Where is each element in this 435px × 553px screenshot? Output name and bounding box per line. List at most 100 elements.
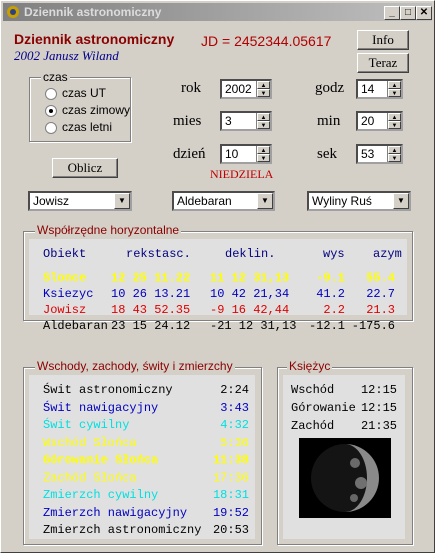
moon-row-name: Wschód [291, 383, 335, 397]
main-window: Dziennik astronomiczny _ □ ✕ Dziennik as… [0, 0, 435, 553]
mies-spinner[interactable]: ▲ ▼ [256, 113, 270, 129]
window-title: Dziennik astronomiczny [24, 5, 162, 19]
twilight-row-name: Świt astronomiczny [43, 383, 173, 397]
hz-row-az: -175.6 [351, 319, 395, 333]
godz-value: 14 [361, 82, 375, 96]
min-spinner[interactable]: ▲ ▼ [387, 113, 401, 129]
hz-row-ra: 23 15 24.12 [111, 319, 191, 333]
location-select[interactable]: Wyliny Ruś ▼ [307, 191, 411, 211]
mies-input[interactable]: 3 ▲ ▼ [220, 111, 272, 131]
hz-row-dec: 11 12 31,13 [210, 271, 290, 285]
header-deklin: deklin. [225, 247, 276, 261]
spin-up-icon[interactable]: ▲ [257, 113, 270, 121]
hz-row-name: Ksiezyc [43, 287, 94, 301]
godz-spinner[interactable]: ▲ ▼ [387, 81, 401, 97]
dzien-label: dzień [173, 146, 206, 162]
app-icon [7, 6, 19, 18]
app-name: Dziennik astronomiczny [14, 31, 175, 47]
dzien-value: 10 [225, 147, 239, 161]
dzien-input[interactable]: 10 ▲ ▼ [220, 144, 272, 164]
sek-input[interactable]: 53 ▲ ▼ [356, 144, 403, 164]
sek-value: 53 [361, 147, 375, 161]
mies-value: 3 [225, 114, 232, 128]
spin-down-icon[interactable]: ▼ [388, 154, 401, 162]
min-input[interactable]: 20 ▲ ▼ [356, 111, 403, 131]
radio-czas-letni[interactable] [45, 122, 57, 134]
twilight-row-time: 4:32 [220, 418, 249, 432]
twilight-row-name: Świt cywilny [43, 418, 130, 432]
hz-row-dec: 10 42 21,34 [210, 287, 290, 301]
twilight-row-time: 18:31 [212, 488, 249, 502]
hz-row-az: 22.7 [366, 287, 395, 301]
title-bar[interactable]: Dziennik astronomiczny _ □ ✕ [3, 3, 432, 21]
godz-input[interactable]: 14 ▲ ▼ [356, 79, 403, 99]
spin-down-icon[interactable]: ▼ [388, 89, 401, 97]
planet-select[interactable]: Jowisz ▼ [28, 191, 132, 211]
header-wys: wys [323, 247, 345, 261]
twilight-panel: Świt astronomiczny 2:24 Świt nawigacyjny 3:… [29, 375, 255, 539]
spin-up-icon[interactable]: ▲ [257, 81, 270, 89]
info-button[interactable]: Info [357, 30, 409, 50]
twilight-row-name: Zmierzch astronomiczny [43, 523, 202, 537]
spin-up-icon[interactable]: ▲ [257, 146, 270, 154]
hz-row-name: Jowisz [43, 303, 87, 317]
header-rekstasc: rekstasc. [126, 247, 191, 261]
min-label: min [317, 113, 341, 129]
hz-row-name: Slonce [43, 271, 87, 285]
location-select-value: Wyliny Ruś [312, 194, 372, 208]
hz-row-az: 55.4 [366, 271, 395, 285]
maximize-button[interactable]: □ [400, 6, 416, 20]
radio-czas-ut[interactable] [45, 88, 57, 100]
twilight-row-name: Zmierzch nawigacyjny [43, 505, 188, 520]
moon-phase-icon [299, 438, 391, 518]
rok-value: 2002 [225, 82, 252, 96]
jd-label: JD = [201, 33, 235, 49]
twilight-row-time: 11:38 [212, 453, 249, 467]
spin-down-icon[interactable]: ▼ [257, 89, 270, 97]
twilight-row-name: Zachód Słońca [43, 470, 137, 485]
moon-row-time: 12:15 [360, 383, 397, 397]
spin-down-icon[interactable]: ▼ [257, 121, 270, 129]
rok-input[interactable]: 2002 ▲ ▼ [220, 79, 272, 99]
close-button[interactable]: ✕ [416, 6, 432, 20]
godz-label: godz [315, 80, 345, 96]
twilight-row-time: 3:43 [220, 400, 249, 415]
twilight-row-time: 19:52 [212, 505, 249, 520]
hz-row-dec: -9 16 42,44 [210, 303, 290, 317]
chevron-down-icon[interactable]: ▼ [393, 193, 409, 209]
spin-down-icon[interactable]: ▼ [257, 154, 270, 162]
spin-up-icon[interactable]: ▲ [388, 146, 401, 154]
spin-up-icon[interactable]: ▲ [388, 81, 401, 89]
radio-czas-zimowy[interactable] [45, 105, 57, 117]
hz-row-name: Aldebaran [43, 319, 108, 333]
chevron-down-icon[interactable]: ▼ [114, 193, 130, 209]
chevron-down-icon[interactable]: ▼ [257, 193, 273, 209]
moon-panel: Wschód 12:15 Górowanie 12:15 Zachód 21:35 [283, 375, 405, 539]
twilight-row-name: Górowanie Słońca [43, 453, 159, 467]
radio-czas-zimowy-label: czas zimowy [62, 103, 131, 117]
star-select[interactable]: Aldebaran ▼ [172, 191, 275, 211]
hz-row-dec: -21 12 31,13 [210, 319, 297, 333]
weekday: NIEDZIELA [210, 167, 274, 181]
rok-label: rok [181, 80, 201, 96]
horizontal-panel: Obiekt rekstasc. deklin. wys azym Slonce… [29, 239, 407, 333]
twilight-row-time: 17:36 [212, 470, 249, 485]
planet-select-value: Jowisz [33, 194, 70, 208]
jd-display: JD = 2452344.05617 [201, 33, 331, 49]
hz-row-alt: -9.1 [316, 271, 345, 285]
moon-row-time: 21:35 [360, 419, 397, 433]
horizontal-group-label: Współrzędne horyzontalne [35, 223, 182, 237]
oblicz-button[interactable]: Oblicz [52, 158, 118, 178]
rok-spinner[interactable]: ▲ ▼ [256, 81, 270, 97]
teraz-button[interactable]: Teraz [357, 53, 409, 73]
minimize-button[interactable]: _ [384, 6, 400, 20]
star-select-value: Aldebaran [177, 194, 232, 208]
header-obiekt: Obiekt [43, 247, 87, 261]
twilight-row-name: Zmierzch cywilny [43, 488, 159, 502]
spin-down-icon[interactable]: ▼ [388, 121, 401, 129]
hz-row-alt: 41.2 [316, 287, 345, 301]
spin-up-icon[interactable]: ▲ [388, 113, 401, 121]
dzien-spinner[interactable]: ▲ ▼ [256, 146, 270, 162]
twilight-row-name: Wschód Słońca [43, 435, 137, 450]
sek-spinner[interactable]: ▲ ▼ [387, 146, 401, 162]
